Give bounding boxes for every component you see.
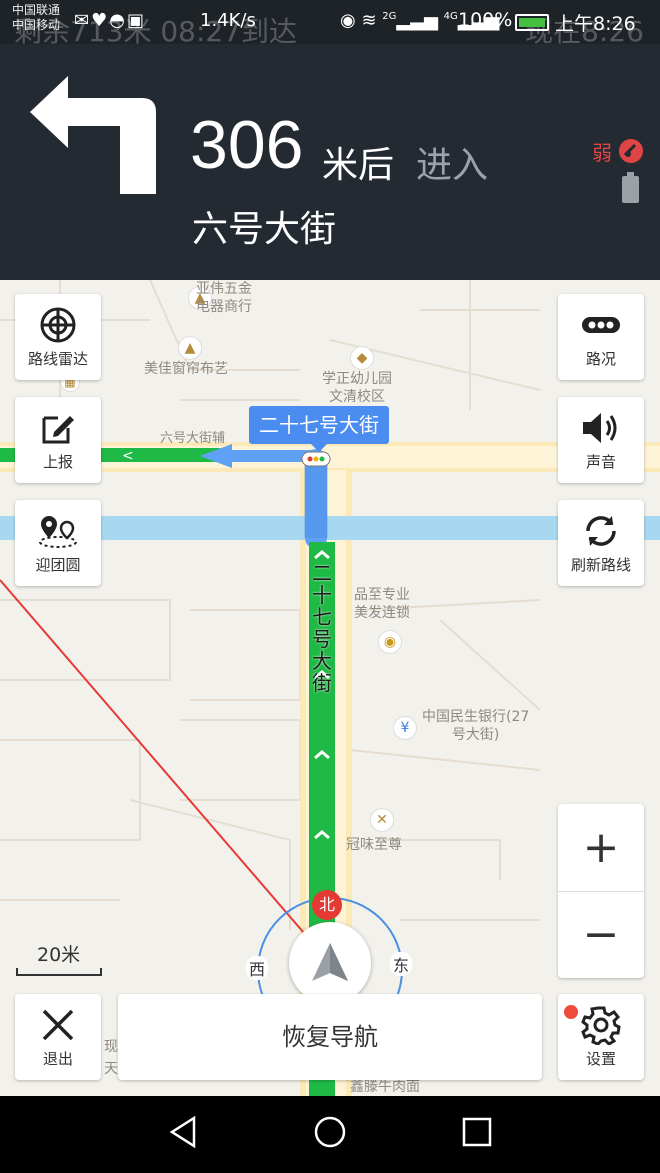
satellite-icon [617, 137, 645, 169]
road-label-sixth-aux: 六号大街辅 [160, 431, 226, 446]
recents-icon [462, 1117, 492, 1147]
road-name-callout[interactable]: 二十七号大街 [249, 406, 389, 452]
poi-partial-1[interactable]: 现 [104, 1038, 118, 1056]
compass-west: 西 [246, 956, 268, 980]
message-icon: ✉ [74, 10, 92, 31]
eye-icon: ◉ [340, 10, 356, 31]
carrier-labels: 中国联通 中国移动 [12, 3, 60, 33]
zoom-in-button[interactable]: + [558, 804, 644, 891]
traffic-dots-icon [558, 306, 644, 344]
carrier-1: 中国联通 [12, 3, 61, 17]
exit-button[interactable]: 退出 [15, 994, 101, 1080]
traffic-label: 路况 [585, 350, 616, 368]
home-icon [314, 1116, 346, 1148]
sound-label: 声音 [585, 453, 616, 471]
reunion-label: 迎团圆 [35, 556, 81, 574]
poi-partial-2[interactable]: 天 [104, 1060, 118, 1078]
carrier-2: 中国移动 [12, 18, 61, 32]
battery-icon [515, 14, 549, 31]
clock: 上午8:26 [555, 13, 636, 35]
salon-icon[interactable]: ◉ [378, 630, 402, 654]
app-icon: ▣ [126, 10, 146, 31]
reunion-button[interactable]: 迎团圆 [15, 500, 101, 586]
scale-label: 20米 [37, 944, 81, 966]
report-label: 上报 [42, 453, 73, 471]
settings-label: 设置 [585, 1050, 616, 1068]
poi-hardware-store[interactable]: 亚伟五金 电器商行 [196, 280, 252, 316]
back-icon [169, 1115, 196, 1149]
traffic-button[interactable]: 路况 [558, 294, 644, 380]
compass-north[interactable]: 北 [312, 890, 342, 920]
reunion-pins-icon [15, 512, 101, 550]
network-speed: 1.4K/s [200, 10, 256, 31]
compass-east: 东 [390, 952, 412, 976]
recents-button[interactable] [460, 1114, 494, 1154]
bank-icon[interactable]: ¥ [393, 716, 417, 740]
battery-percent: 100% [458, 9, 513, 31]
route-radar-label: 路线雷达 [27, 350, 88, 368]
signal-icon: ▂▃▅ [396, 10, 438, 31]
poi-hair-salon[interactable]: 品至专业 美发连锁 [354, 586, 410, 622]
route-radar-button[interactable]: 路线雷达 [15, 294, 101, 380]
scale-bar [16, 968, 102, 976]
turn-left-icon [28, 66, 158, 200]
poi-curtain-store[interactable]: 美佳窗帘布艺 [144, 360, 228, 378]
poi-noodle[interactable]: 鑫滕牛肉面 [350, 1078, 420, 1096]
report-button[interactable]: 上报 [15, 397, 101, 483]
back-button[interactable] [168, 1114, 200, 1154]
sound-button[interactable]: 声音 [558, 397, 644, 483]
close-icon [15, 1006, 101, 1044]
refresh-icon [558, 512, 644, 550]
road-label-27th: 二十七号大街 [312, 561, 332, 695]
poi-bank[interactable]: 中国民生银行(27 号大街) [422, 708, 529, 744]
distance-value: 306 [190, 107, 304, 183]
svg-text:<: < [122, 448, 134, 464]
radar-icon [15, 306, 101, 344]
resume-navigation-button[interactable]: 恢复导航 [118, 994, 542, 1080]
exit-label: 退出 [42, 1050, 73, 1068]
status-bar: 剩余713米 08:27到达 现在8:26 中国联通 中国移动 ✉♥◓▣ 1.4… [0, 0, 660, 48]
school-icon[interactable]: ◆ [350, 346, 374, 370]
navigation-arrow-icon [312, 943, 348, 981]
home-button[interactable] [312, 1114, 348, 1154]
settings-notification-dot [564, 1005, 578, 1019]
refresh-route-label: 刷新路线 [570, 556, 631, 574]
zoom-out-button[interactable]: − [558, 891, 644, 978]
next-road-name: 六号大街 [192, 209, 337, 250]
action-text: 进入 [416, 145, 489, 186]
car-position-button[interactable] [289, 922, 371, 1004]
zoom-controls: + − [558, 804, 644, 978]
poi-kindergarten[interactable]: 学正幼儿园 文清校区 [322, 370, 392, 406]
net-2g-label: 2G [382, 11, 397, 22]
heart-icon: ♥ [91, 10, 110, 31]
notification-icons: ✉♥◓▣ [74, 10, 146, 31]
edit-icon [15, 409, 101, 447]
dolphin-icon: ◓ [109, 10, 127, 31]
gps-signal-text: 弱 [592, 141, 612, 165]
device-battery-icon [622, 172, 639, 203]
wifi-icon: ≋ [361, 10, 377, 31]
refresh-route-button[interactable]: 刷新路线 [558, 500, 644, 586]
system-nav-bar [0, 1096, 660, 1173]
speaker-icon [558, 409, 644, 447]
poi-restaurant[interactable]: 冠味至尊 [346, 836, 402, 854]
restaurant-icon[interactable]: ✕ [370, 808, 394, 832]
net-4g-label: 4G [443, 11, 458, 22]
shop-icon[interactable]: ▲ [178, 336, 202, 360]
distance-unit: 米后 [322, 145, 395, 186]
